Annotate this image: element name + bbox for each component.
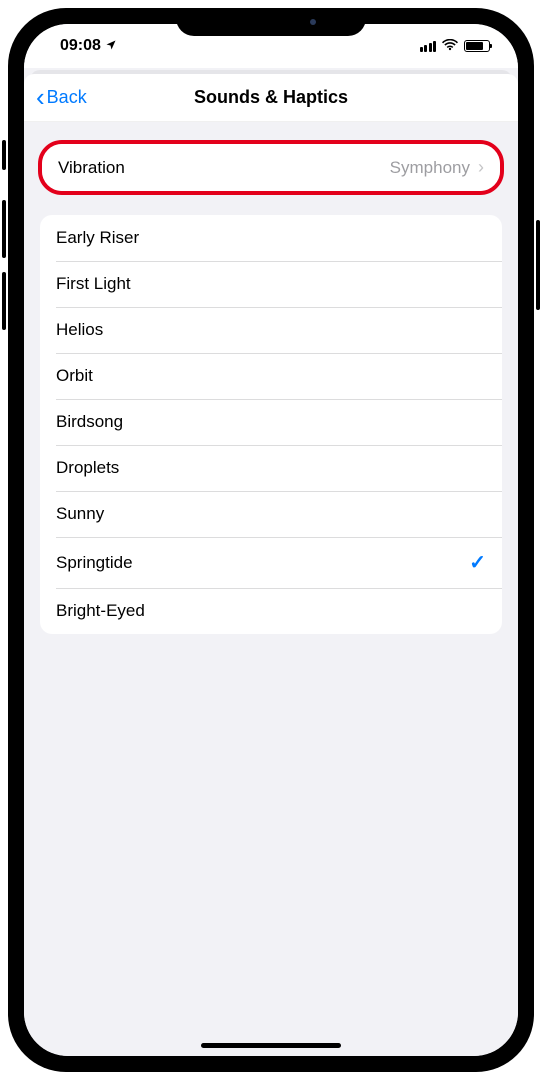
wifi-icon	[442, 38, 458, 54]
tutorial-highlight: Vibration Symphony ›	[38, 140, 504, 195]
chevron-right-icon: ›	[478, 157, 484, 178]
chevron-left-icon: ‹	[36, 84, 45, 110]
sound-option[interactable]: Springtide ✓	[40, 537, 502, 588]
sound-option[interactable]: Droplets	[40, 445, 502, 491]
vibration-value: Symphony	[390, 158, 470, 178]
sound-list: Early Riser First Light Helios Orbit Bir…	[40, 215, 502, 634]
checkmark-icon: ✓	[469, 550, 486, 575]
sound-option-label: Orbit	[56, 366, 486, 386]
volume-up-button[interactable]	[2, 200, 6, 258]
page-title: Sounds & Haptics	[24, 87, 518, 108]
nav-bar: ‹ Back Sounds & Haptics	[24, 74, 518, 122]
vibration-row[interactable]: Vibration Symphony ›	[42, 144, 500, 191]
sound-option-label: Droplets	[56, 458, 486, 478]
sound-option-label: Early Riser	[56, 228, 486, 248]
vibration-label: Vibration	[58, 158, 390, 178]
sound-option-label: First Light	[56, 274, 486, 294]
back-button[interactable]: ‹ Back	[24, 86, 87, 110]
content: Vibration Symphony › Early Riser First L…	[24, 122, 518, 1056]
sound-option[interactable]: Birdsong	[40, 399, 502, 445]
sound-option-label: Birdsong	[56, 412, 486, 432]
sound-option-label: Helios	[56, 320, 486, 340]
sound-option-label: Sunny	[56, 504, 486, 524]
screen: 09:08 ‹ Back	[24, 24, 518, 1056]
volume-down-button[interactable]	[2, 272, 6, 330]
sound-option-label: Bright-Eyed	[56, 601, 486, 621]
mute-switch[interactable]	[2, 140, 6, 170]
battery-icon	[464, 40, 490, 52]
sound-option[interactable]: Sunny	[40, 491, 502, 537]
sound-option[interactable]: Early Riser	[40, 215, 502, 261]
location-icon	[105, 39, 117, 54]
sound-option[interactable]: First Light	[40, 261, 502, 307]
status-time: 09:08	[60, 37, 101, 55]
back-label: Back	[47, 87, 87, 108]
cellular-signal-icon	[420, 41, 437, 52]
sound-option-label: Springtide	[56, 553, 469, 573]
front-camera	[310, 19, 316, 25]
home-indicator[interactable]	[201, 1043, 341, 1048]
sound-option[interactable]: Orbit	[40, 353, 502, 399]
sound-option[interactable]: Helios	[40, 307, 502, 353]
notch	[176, 8, 366, 36]
power-button[interactable]	[536, 220, 540, 310]
sound-option[interactable]: Bright-Eyed	[40, 588, 502, 634]
device-frame: 09:08 ‹ Back	[8, 8, 534, 1072]
